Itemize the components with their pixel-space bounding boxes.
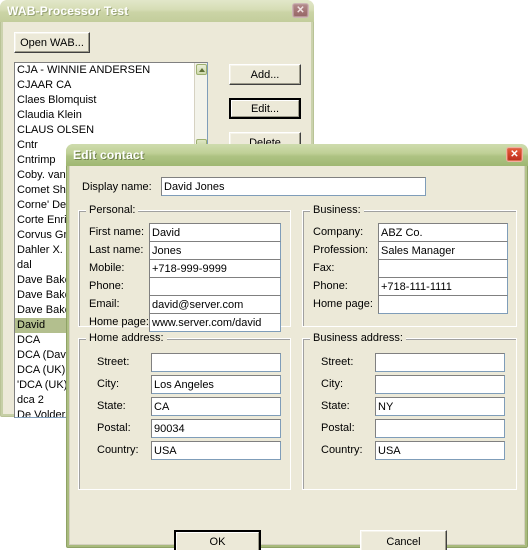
form-row: Postal: — [303, 419, 516, 438]
home-address-street-input[interactable] — [151, 353, 281, 372]
business-fax-label: Fax: — [313, 262, 335, 274]
business-address-street-input[interactable] — [375, 353, 505, 372]
business-address-state-label: State: — [321, 400, 350, 412]
edit-contact-dialog: Edit contact ✕ Display name: David Jones… — [66, 144, 528, 550]
scroll-up-button[interactable] — [196, 64, 207, 75]
home-address-country-label: Country: — [97, 444, 139, 456]
home-address-country-input[interactable]: USA — [151, 441, 281, 460]
list-item[interactable]: CLAUS OLSEN — [15, 123, 193, 138]
home-address-postal-input[interactable]: 90034 — [151, 419, 281, 438]
edit-dialog-title: Edit contact — [73, 148, 145, 162]
form-row: Email: david@server.com — [79, 295, 290, 314]
home-address-group: Home address: Street: City: Los Angeles Sta… — [78, 332, 291, 490]
business-address-country-label: Country: — [321, 444, 363, 456]
form-row: Home page: www.server.com/david — [79, 313, 290, 332]
business-address-street-label: Street: — [321, 356, 354, 368]
personal-mobile-input[interactable]: +718-999-9999 — [149, 259, 281, 278]
ok-button[interactable]: OK — [174, 530, 261, 550]
business-address-postal-input[interactable] — [375, 419, 505, 438]
business-company-input[interactable]: ABZ Co. — [378, 223, 508, 242]
personal-first-name-label: First name: — [89, 226, 145, 238]
business-address-city-label: City: — [321, 378, 343, 390]
home-address-state-label: State: — [97, 400, 126, 412]
cancel-button-label: Cancel — [386, 535, 421, 548]
form-row: City: Los Angeles — [79, 375, 290, 394]
form-row: First name: David — [79, 223, 290, 242]
business-group-legend: Business: — [310, 204, 364, 216]
form-row: Phone: +718-111-1111 — [303, 277, 516, 296]
list-item[interactable]: Claudia Klein — [15, 108, 193, 123]
business-phone-input[interactable]: +718-111-1111 — [378, 277, 508, 296]
home-address-city-input[interactable]: Los Angeles — [151, 375, 281, 394]
home-address-street-label: Street: — [97, 356, 130, 368]
business-address-state-input[interactable]: NY — [375, 397, 505, 416]
form-row: City: — [303, 375, 516, 394]
form-row: Fax: — [303, 259, 516, 278]
cancel-button[interactable]: Cancel — [360, 530, 447, 550]
home-address-state-input[interactable]: CA — [151, 397, 281, 416]
personal-home-page-label: Home page: — [89, 316, 149, 328]
form-row: Country: USA — [79, 441, 290, 460]
display-name-label: Display name: — [82, 181, 152, 193]
open-wab-label: Open WAB... — [20, 36, 84, 49]
form-row: Mobile: +718-999-9999 — [79, 259, 290, 278]
form-row: Last name: Jones — [79, 241, 290, 260]
form-row: Street: — [303, 353, 516, 372]
business-home-page-label: Home page: — [313, 298, 373, 310]
business-address-group-legend: Business address: — [310, 332, 406, 344]
add-button-label: Add... — [250, 68, 280, 81]
personal-email-label: Email: — [89, 298, 120, 310]
personal-mobile-label: Mobile: — [89, 262, 125, 274]
personal-group: Personal: First name: David Last name: Jone… — [78, 204, 291, 332]
personal-phone-label: Phone: — [89, 280, 124, 292]
business-address-city-input[interactable] — [375, 375, 505, 394]
business-profession-input[interactable]: Sales Manager — [378, 241, 508, 260]
personal-phone-input[interactable] — [149, 277, 281, 296]
ok-button-label: OK — [176, 532, 259, 550]
form-row: Postal: 90034 — [79, 419, 290, 438]
personal-home-page-input[interactable]: www.server.com/david — [149, 313, 281, 332]
home-address-group-legend: Home address: — [86, 332, 167, 344]
business-home-page-input[interactable] — [378, 295, 508, 314]
business-company-label: Company: — [313, 226, 364, 238]
edit-dialog-close-icon[interactable]: ✕ — [506, 147, 523, 162]
business-profession-label: Profession: — [313, 244, 369, 256]
form-row: Profession: Sales Manager — [303, 241, 516, 260]
personal-first-name-input[interactable]: David — [149, 223, 281, 242]
edit-button[interactable]: Edit... — [229, 98, 301, 119]
form-row: State: CA — [79, 397, 290, 416]
display-name-input[interactable]: David Jones — [161, 177, 426, 196]
chevron-up-icon — [198, 67, 205, 72]
list-item[interactable]: Claes Blomquist — [15, 93, 193, 108]
form-row: Country: USA — [303, 441, 516, 460]
personal-last-name-input[interactable]: Jones — [149, 241, 281, 260]
personal-last-name-label: Last name: — [89, 244, 144, 256]
form-row: State: NY — [303, 397, 516, 416]
wab-window-title: WAB-Processor Test — [7, 4, 129, 18]
business-address-postal-label: Postal: — [321, 422, 355, 434]
personal-email-input[interactable]: david@server.com — [149, 295, 281, 314]
form-row: Street: — [79, 353, 290, 372]
form-row: Home page: — [303, 295, 516, 314]
add-button[interactable]: Add... — [229, 64, 301, 85]
edit-button-label: Edit... — [231, 100, 299, 117]
list-item[interactable]: CJAAR CA — [15, 78, 193, 93]
business-fax-input[interactable] — [378, 259, 508, 278]
form-row: Phone: — [79, 277, 290, 296]
edit-dialog-titlebar[interactable]: Edit contact — [66, 144, 528, 166]
business-phone-label: Phone: — [313, 280, 348, 292]
wab-titlebar[interactable]: WAB-Processor Test — [0, 0, 314, 22]
wab-close-icon[interactable]: ✕ — [292, 3, 309, 18]
business-address-group: Business address: Street: City: State: NY Po… — [302, 332, 517, 490]
home-address-city-label: City: — [97, 378, 119, 390]
business-address-country-input[interactable]: USA — [375, 441, 505, 460]
edit-dialog-client-area: Display name: David Jones Personal: Firs… — [69, 166, 525, 550]
open-wab-button[interactable]: Open WAB... — [14, 32, 90, 53]
personal-group-legend: Personal: — [86, 204, 139, 216]
home-address-postal-label: Postal: — [97, 422, 131, 434]
form-row: Company: ABZ Co. — [303, 223, 516, 242]
desktop: WAB-Processor Test ✕ Open WAB... CJA - W… — [0, 0, 530, 550]
business-group: Business: Company: ABZ Co. Profession: Sale… — [302, 204, 517, 327]
list-item[interactable]: CJA - WINNIE ANDERSEN — [15, 63, 193, 78]
